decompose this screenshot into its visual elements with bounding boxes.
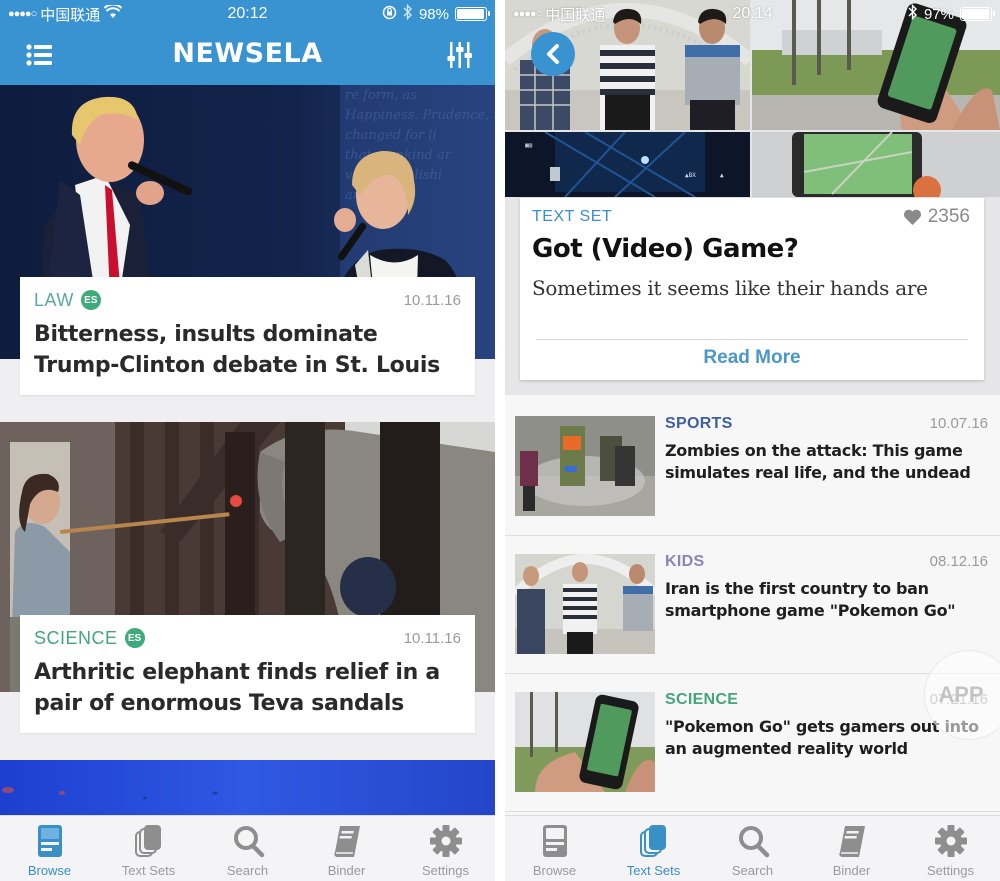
article-thumbnail-pokemon	[515, 692, 655, 792]
carrier-name: 中国联通	[545, 6, 606, 24]
tab-binder[interactable]: Binder	[302, 824, 392, 878]
tab-label: Settings	[927, 863, 974, 878]
divider	[536, 339, 968, 340]
screen-divider	[495, 0, 505, 881]
svg-text:▲BX: ▲BX	[685, 172, 696, 179]
svg-text:▣▤: ▣▤	[525, 142, 533, 149]
binder-icon	[333, 826, 360, 857]
tab-label: Settings	[422, 863, 469, 878]
article-title[interactable]: Arthritic elephant finds relief in a pai…	[34, 657, 461, 719]
text-set-screen: ▣▤ ▲BX ▲ TEXT SET 2356 Got (Video) Game? S…	[505, 0, 1000, 881]
article-category: SCIENCE	[34, 627, 118, 648]
bluetooth-icon	[403, 3, 413, 24]
text-set-card[interactable]: TEXT SET 2356 Got (Video) Game? Sometime…	[520, 198, 984, 380]
text-set-description: Sometimes it seems like their hands are	[532, 276, 928, 300]
text-sets-icon	[639, 825, 666, 857]
tab-browse[interactable]: Browse	[5, 824, 95, 878]
search-icon	[233, 826, 264, 858]
article-date: 10.11.16	[403, 291, 461, 309]
article-date: 10.07.16	[929, 415, 988, 432]
sliders-icon[interactable]	[445, 40, 475, 70]
article-title: Zombies on the attack: This game simulat…	[665, 441, 971, 482]
article-list: SPORTS 10.07.16 Zombies on the attack: T…	[505, 398, 1000, 812]
collage-image-game-map: ▣▤ ▲BX ▲	[505, 132, 750, 197]
like-button[interactable]: 2356	[903, 206, 970, 228]
spanish-badge: ES	[124, 628, 145, 648]
tab-settings[interactable]: Settings	[401, 824, 491, 878]
signal-strength: ●●●●○	[513, 8, 542, 20]
tab-browse[interactable]: Browse	[510, 824, 600, 878]
svg-text:re form, as: re form, as	[345, 88, 417, 103]
svg-text:Happiness. Prudence, in: Happiness. Prudence, in	[344, 108, 495, 123]
heart-icon	[903, 209, 921, 225]
tab-bar: Browse Text Sets Search Binder Settings	[0, 815, 495, 881]
app-title: NEWSELA	[172, 38, 323, 69]
article-summary[interactable]: SCIENCE ES 10.11.16 Arthritic elephant f…	[20, 615, 475, 733]
article-category: SPORTS	[665, 415, 733, 432]
article-title: Iran is the first country to ban smartph…	[665, 579, 956, 620]
text-set-collage: ▣▤ ▲BX ▲ TEXT SET 2356 Got (Video) Game? S…	[505, 0, 1000, 395]
article-category: LAW	[34, 289, 74, 310]
tab-bar: Browse Text Sets Search Binder Settings	[505, 815, 1000, 881]
gear-icon	[934, 825, 967, 857]
tab-label: Binder	[327, 863, 366, 878]
tab-label: Search	[731, 863, 774, 878]
tab-label: Browse	[27, 863, 72, 878]
article-image-ocean	[0, 760, 495, 820]
status-bar: ●●●●○ 中国联通 20:14 97%	[505, 0, 1000, 28]
tab-label: Text Sets	[626, 863, 681, 878]
text-sets-icon	[134, 825, 161, 857]
collage-image-phone-map	[752, 132, 1000, 197]
browse-icon	[37, 825, 62, 857]
tab-label: Text Sets	[121, 863, 176, 878]
tab-binder[interactable]: Binder	[807, 824, 897, 878]
tab-label: Browse	[532, 863, 577, 878]
tab-label: Search	[226, 863, 269, 878]
article-category: SCIENCE	[665, 691, 739, 708]
status-bar: ●●●●○ 中国联通 20:12 98%	[0, 0, 495, 28]
svg-text:changed for li: changed for li	[345, 128, 437, 143]
battery-icon	[960, 7, 995, 21]
like-count: 2356	[927, 206, 970, 227]
signal-strength: ●●●●○	[8, 8, 37, 20]
chevron-left-icon	[547, 44, 559, 64]
carrier-name: 中国联通	[40, 6, 101, 24]
rotation-lock-icon	[382, 5, 397, 24]
article-title[interactable]: Bitterness, insults dominate Trump-Clint…	[34, 319, 461, 381]
tab-settings[interactable]: Settings	[906, 824, 996, 878]
article-thumbnail-iran	[515, 554, 655, 654]
article-card[interactable]	[0, 760, 495, 820]
article-summary[interactable]: LAW ES 10.11.16 Bitterness, insults domi…	[20, 277, 475, 395]
article-category: KIDS	[665, 553, 705, 570]
article-date: 10.11.16	[403, 629, 461, 647]
binder-icon	[838, 826, 865, 857]
battery-percent: 98%	[418, 5, 449, 23]
wifi-icon	[104, 3, 123, 23]
text-set-title: Got (Video) Game?	[532, 234, 799, 264]
list-icon[interactable]	[25, 40, 55, 70]
svg-text:▲: ▲	[720, 172, 724, 179]
search-icon	[738, 826, 769, 858]
tab-search[interactable]: Search	[203, 824, 293, 878]
browse-screen: NEWSELA ●●●●○ 中国联通 20:12 98% re form, as…	[0, 0, 495, 881]
battery-percent: 97%	[923, 5, 954, 23]
article-date: 08.12.16	[929, 553, 988, 570]
article-thumbnail-zombies	[515, 416, 655, 516]
list-item[interactable]: SPORTS 10.07.16 Zombies on the attack: T…	[505, 398, 1000, 536]
back-button[interactable]	[531, 32, 575, 76]
bluetooth-icon	[908, 3, 918, 24]
tab-search[interactable]: Search	[708, 824, 798, 878]
list-item[interactable]: KIDS 08.12.16 Iran is the first country …	[505, 536, 1000, 674]
tab-label: Binder	[832, 863, 871, 878]
read-more-button[interactable]: Read More	[520, 347, 984, 369]
tab-text-sets[interactable]: Text Sets	[609, 824, 699, 878]
gear-icon	[429, 825, 462, 857]
browse-icon	[542, 825, 567, 857]
spanish-badge: ES	[80, 290, 101, 310]
tab-text-sets[interactable]: Text Sets	[104, 824, 194, 878]
battery-icon	[455, 7, 490, 21]
